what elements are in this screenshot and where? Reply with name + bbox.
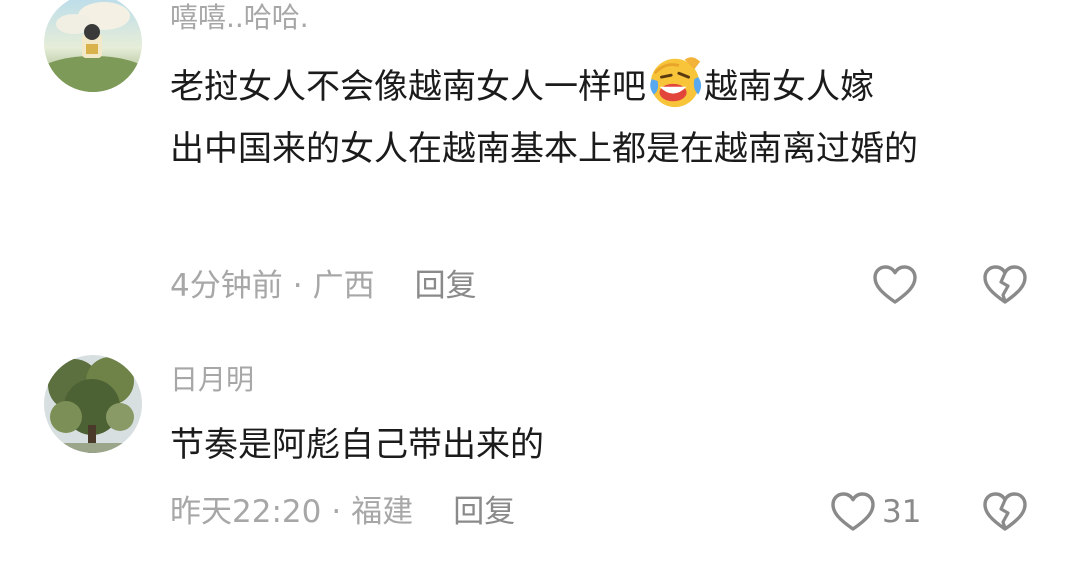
dislike-button[interactable] (982, 264, 1028, 310)
heart-outline-icon (873, 265, 917, 304)
comment-meta: 4分钟前 · 广西 回复 (170, 266, 477, 306)
username[interactable]: 日月明 (170, 364, 254, 396)
avatar[interactable] (44, 0, 142, 92)
comment-text-part: 出中国来的女人在越南基本上都是在越南离过婚的 (170, 129, 918, 169)
separator: · (331, 494, 342, 530)
broken-heart-icon (983, 265, 1027, 304)
like-button[interactable]: 31 (830, 491, 921, 533)
timestamp: 昨天22:20 (170, 494, 322, 530)
comment-text: 节奏是阿彪自己带出来的 (170, 425, 544, 465)
location: 福建 (351, 494, 414, 530)
separator: · (292, 268, 303, 304)
laughing-tears-emoji-icon (650, 57, 702, 108)
like-count: 31 (882, 494, 922, 530)
timestamp: 4分钟前 (170, 268, 283, 304)
like-button[interactable] (872, 264, 918, 306)
reply-button[interactable]: 回复 (453, 494, 515, 530)
comment-text-part: 越南女人嫁 (704, 67, 874, 107)
dislike-button[interactable] (982, 491, 1028, 537)
comment-text: 老挝女人不会像越南女人一样吧 越南女人嫁 出中国来的女人在越南基本上都是在越南离… (170, 52, 1040, 180)
comment-text-part: 老挝女人不会像越南女人一样吧 (170, 67, 646, 107)
comment-meta: 昨天22:20 · 福建 回复 (170, 492, 515, 532)
avatar[interactable] (44, 355, 142, 453)
location: 广西 (312, 268, 375, 304)
comment-list: 嘻嘻..哈哈. 老挝女人不会像越南女人一样吧 越南女人嫁 出中国来的女人在越南基… (0, 0, 1079, 573)
broken-heart-icon (983, 492, 1027, 531)
reply-button[interactable]: 回复 (415, 268, 477, 304)
username[interactable]: 嘻嘻..哈哈. (170, 2, 309, 34)
heart-outline-icon (831, 492, 875, 531)
